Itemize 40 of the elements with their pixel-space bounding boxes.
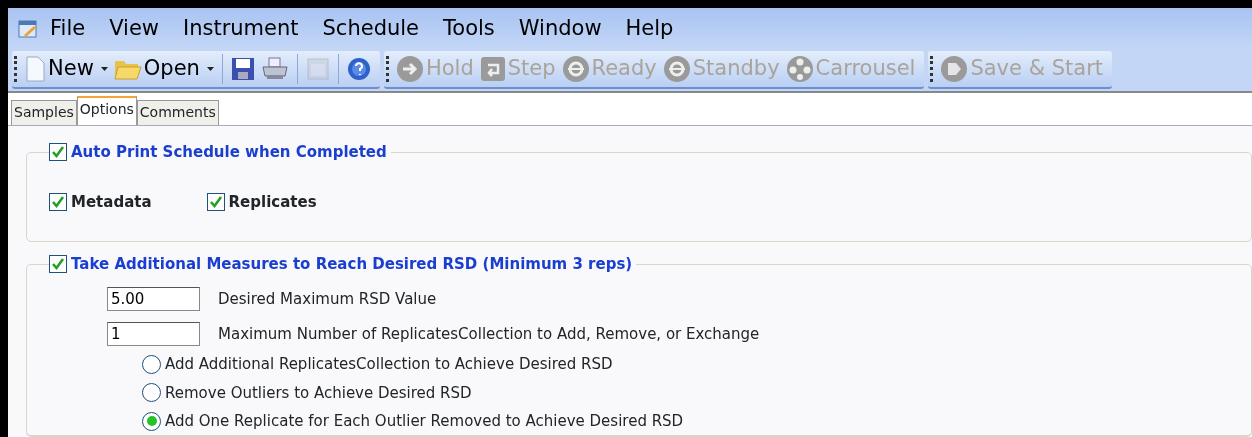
menu-item[interactable]: Help <box>613 12 686 45</box>
circle-icon <box>561 55 590 83</box>
radio-label: Add One Replicate for Each Outlier Removed to Achieve Desired RSD <box>165 411 684 432</box>
menu-item[interactable]: File <box>38 12 98 45</box>
group-title: Auto Print Schedule when Completed <box>71 142 387 163</box>
checkbox[interactable] <box>49 193 67 212</box>
menu-item[interactable]: Tools <box>431 12 507 45</box>
reel-icon <box>785 55 814 83</box>
checkbox[interactable] <box>206 193 225 212</box>
circle-icon <box>662 55 691 83</box>
menu-item[interactable]: View <box>97 12 171 45</box>
toolbar-button[interactable]: Open <box>110 53 217 85</box>
checkbox-label: Metadata <box>71 192 152 213</box>
caret-icon[interactable] <box>206 67 214 71</box>
field-label: Maximum Number of ReplicatesCollection to Add, Remove, or Exchange <box>218 323 760 345</box>
tab[interactable]: Comments <box>136 100 219 125</box>
radio-button[interactable] <box>142 411 161 431</box>
checkbox[interactable] <box>49 255 67 274</box>
tab[interactable]: Samples <box>11 100 77 125</box>
field-label: Desired Maximum RSD Value <box>218 288 437 310</box>
caret-icon[interactable] <box>100 67 108 71</box>
radio-label: Add Additional ReplicatesCollection to Achieve Desired RSD <box>165 354 613 375</box>
menu-item[interactable]: Schedule <box>310 12 432 45</box>
document-icon <box>24 56 46 82</box>
checkbox-label: Replicates <box>228 192 317 213</box>
radio-button[interactable] <box>142 383 161 403</box>
radio-button[interactable] <box>142 354 161 374</box>
input-field[interactable]: 1 <box>107 322 200 346</box>
tab[interactable]: Options <box>76 96 137 125</box>
checkbox[interactable] <box>49 143 67 162</box>
app-icon <box>18 18 38 39</box>
arrow-circle-icon <box>395 55 424 83</box>
input-field[interactable]: 5.00 <box>107 287 200 311</box>
menu-item[interactable]: Instrument <box>171 12 311 45</box>
play-circle-icon <box>940 55 969 83</box>
group-title: Take Additional Measures to Reach Desired RSD (Minimum 3 reps) <box>71 254 633 275</box>
toolbar-button[interactable]: New <box>21 53 111 85</box>
radio-label: Remove Outliers to Achieve Desired RSD <box>165 382 472 404</box>
step-icon <box>479 56 506 82</box>
menu-item[interactable]: Window <box>506 12 614 45</box>
